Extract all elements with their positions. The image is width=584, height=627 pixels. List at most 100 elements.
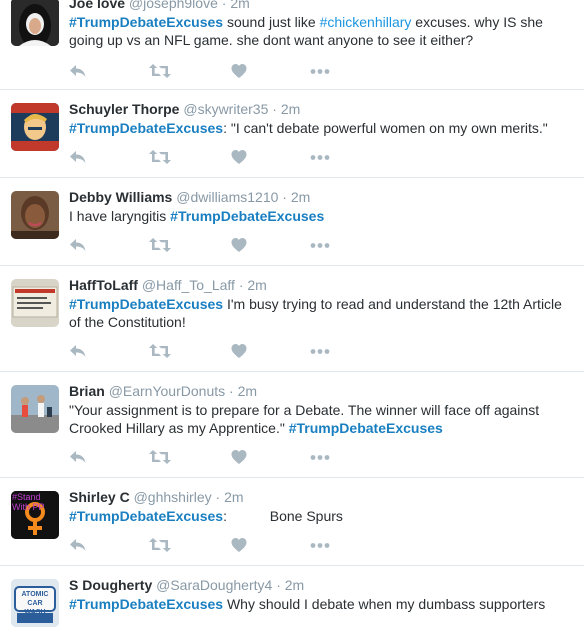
tweet-actions	[69, 449, 369, 465]
hashtag-link[interactable]: #TrumpDebateExcuses	[170, 208, 324, 224]
tweet-timestamp[interactable]: 2m	[238, 383, 257, 399]
retweet-icon[interactable]	[149, 449, 171, 465]
author-name[interactable]: Joe love	[69, 0, 125, 11]
like-icon[interactable]	[231, 149, 247, 165]
tweet-timestamp[interactable]: 2m	[281, 101, 300, 117]
author-name[interactable]: Brian	[69, 383, 105, 399]
retweet-icon[interactable]	[149, 343, 171, 359]
tweet-text-segment: sound just like	[223, 14, 320, 30]
like-icon[interactable]	[231, 449, 247, 465]
tweet-timestamp[interactable]: 2m	[247, 277, 266, 293]
reply-icon[interactable]	[69, 537, 87, 553]
avatar-caption: ATOMIC CAR WASH	[21, 591, 49, 616]
hashtag-link[interactable]: #chickenhillary	[320, 14, 412, 30]
retweet-icon[interactable]	[149, 237, 171, 253]
tweet-text-segment: Why should I debate when my dumbass supp…	[223, 596, 546, 612]
more-icon[interactable]	[309, 343, 331, 359]
nun-avatar-icon	[11, 0, 59, 46]
like-icon[interactable]	[231, 63, 247, 79]
author-name[interactable]: Shirley C	[69, 489, 130, 505]
author-handle[interactable]: @Haff_To_Laff	[142, 277, 235, 293]
author-handle[interactable]: @dwilliams1210	[176, 189, 278, 205]
avatar[interactable]	[11, 385, 59, 433]
tweet-header: Debby Williams @dwilliams1210 · 2m	[69, 188, 310, 206]
tweet-actions	[69, 63, 369, 79]
tweet-text: #TrumpDebateExcuses sound just like #chi…	[69, 13, 574, 49]
tweet-item[interactable]: Debby Williams @dwilliams1210 · 2m I hav…	[0, 178, 584, 266]
tweet-text: #TrumpDebateExcuses I'm busy trying to r…	[69, 295, 574, 331]
tweet-header: HaffToLaff @Haff_To_Laff · 2m	[69, 276, 267, 294]
tweet-timestamp[interactable]: 2m	[285, 577, 304, 593]
author-name[interactable]: S Dougherty	[69, 577, 152, 593]
tweet-actions	[69, 537, 369, 553]
runners-avatar-icon	[11, 385, 59, 433]
separator-dot: ·	[215, 489, 221, 505]
retweet-icon[interactable]	[149, 63, 171, 79]
more-icon[interactable]	[309, 149, 331, 165]
hashtag-link[interactable]: #TrumpDebateExcuses	[69, 14, 223, 30]
tweet-text-segment: I have laryngitis	[69, 208, 171, 224]
avatar[interactable]	[11, 0, 59, 46]
reply-icon[interactable]	[69, 237, 87, 253]
tweet-timestamp[interactable]: 2m	[224, 489, 243, 505]
like-icon[interactable]	[231, 343, 247, 359]
tweet-text: #TrumpDebateExcuses: "I can't debate pow…	[69, 119, 574, 137]
tweet-item[interactable]: Schuyler Thorpe @skywriter35 · 2m #Trump…	[0, 90, 584, 178]
separator-dot: ·	[282, 189, 287, 205]
tweet-text-segment: : "I can't debate powerful women on my o…	[223, 120, 548, 136]
tweet-item[interactable]: HaffToLaff @Haff_To_Laff · 2m #TrumpDeba…	[0, 266, 584, 372]
hashtag-link[interactable]: #TrumpDebateExcuses	[289, 420, 443, 436]
hashtag-link[interactable]: #TrumpDebateExcuses	[69, 596, 223, 612]
tweet-item[interactable]: Brian @EarnYourDonuts · 2m "Your assignm…	[0, 372, 584, 478]
tweet-item[interactable]: ATOMIC CAR WASH S Dougherty @SaraDougher…	[0, 566, 584, 627]
avatar[interactable]	[11, 103, 59, 151]
poster-avatar-icon	[11, 103, 59, 151]
like-icon[interactable]	[231, 537, 247, 553]
ticket-avatar-icon	[11, 279, 59, 327]
author-name[interactable]: Debby Williams	[69, 189, 172, 205]
more-icon[interactable]	[309, 449, 331, 465]
tweet-actions	[69, 343, 369, 359]
separator-dot: ·	[276, 577, 281, 593]
avatar-caption: #Stand With PP	[12, 492, 45, 512]
more-icon[interactable]	[309, 537, 331, 553]
reply-icon[interactable]	[69, 449, 87, 465]
avatar[interactable]	[11, 191, 59, 239]
tweet-actions	[69, 237, 369, 253]
more-icon[interactable]	[309, 237, 331, 253]
avatar[interactable]: #Stand With PP	[11, 491, 59, 539]
tweet-text: #TrumpDebateExcuses Why should I debate …	[69, 595, 574, 613]
author-handle[interactable]: @joseph9love	[129, 0, 218, 11]
separator-dot: ·	[221, 0, 227, 11]
reply-icon[interactable]	[69, 149, 87, 165]
tweet-header: Brian @EarnYourDonuts · 2m	[69, 382, 257, 400]
retweet-icon[interactable]	[149, 149, 171, 165]
hashtag-link[interactable]: #TrumpDebateExcuses	[69, 296, 223, 312]
retweet-icon[interactable]	[149, 537, 171, 553]
author-handle[interactable]: @ghhshirley	[134, 489, 212, 505]
tweet-timestamp[interactable]: 2m	[230, 0, 249, 11]
tweet-timestamp[interactable]: 2m	[291, 189, 310, 205]
author-name[interactable]: HaffToLaff	[69, 277, 138, 293]
more-icon[interactable]	[309, 63, 331, 79]
separator-dot: ·	[238, 277, 244, 293]
author-handle[interactable]: @skywriter35	[183, 101, 268, 117]
author-handle[interactable]: @SaraDougherty4	[156, 577, 272, 593]
tweet-text-segment: : Bone Spurs	[223, 508, 343, 524]
avatar[interactable]	[11, 279, 59, 327]
hashtag-link[interactable]: #TrumpDebateExcuses	[69, 508, 223, 524]
author-handle[interactable]: @EarnYourDonuts	[109, 383, 225, 399]
portrait-avatar-icon	[11, 191, 59, 239]
tweet-header: S Dougherty @SaraDougherty4 · 2m	[69, 576, 304, 594]
reply-icon[interactable]	[69, 343, 87, 359]
hashtag-link[interactable]: #TrumpDebateExcuses	[69, 120, 223, 136]
author-name[interactable]: Schuyler Thorpe	[69, 101, 179, 117]
tweet-item[interactable]: Joe love @joseph9love · 2m #TrumpDebateE…	[0, 0, 584, 90]
tweet-text: I have laryngitis #TrumpDebateExcuses	[69, 207, 574, 225]
like-icon[interactable]	[231, 237, 247, 253]
avatar[interactable]: ATOMIC CAR WASH	[11, 579, 59, 627]
tweet-item[interactable]: #Stand With PP Shirley C @ghhshirley · 2…	[0, 478, 584, 566]
tweet-text: #TrumpDebateExcuses: Bone Spurs	[69, 507, 574, 525]
reply-icon[interactable]	[69, 63, 87, 79]
tweet-actions	[69, 149, 369, 165]
